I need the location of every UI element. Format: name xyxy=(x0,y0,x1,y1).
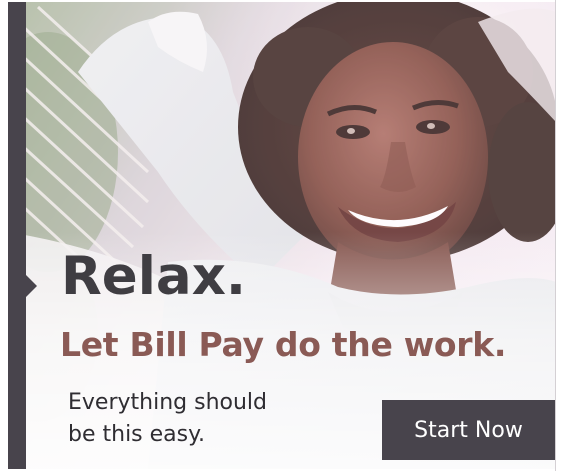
tagline-line-2: be this easy. xyxy=(68,422,205,447)
subheadline: Let Bill Pay do the work. xyxy=(60,325,507,364)
frame-edge xyxy=(555,0,556,471)
tagline-line-1: Everything should xyxy=(68,390,267,415)
left-accent-notch xyxy=(26,275,37,297)
bill-pay-banner-ad[interactable]: Relax. Let Bill Pay do the work. Everyth… xyxy=(8,2,556,469)
headline: Relax. xyxy=(61,246,247,307)
left-accent-bar xyxy=(8,2,26,469)
tagline: Everything should be this easy. xyxy=(68,387,328,451)
start-now-button[interactable]: Start Now xyxy=(382,400,555,460)
